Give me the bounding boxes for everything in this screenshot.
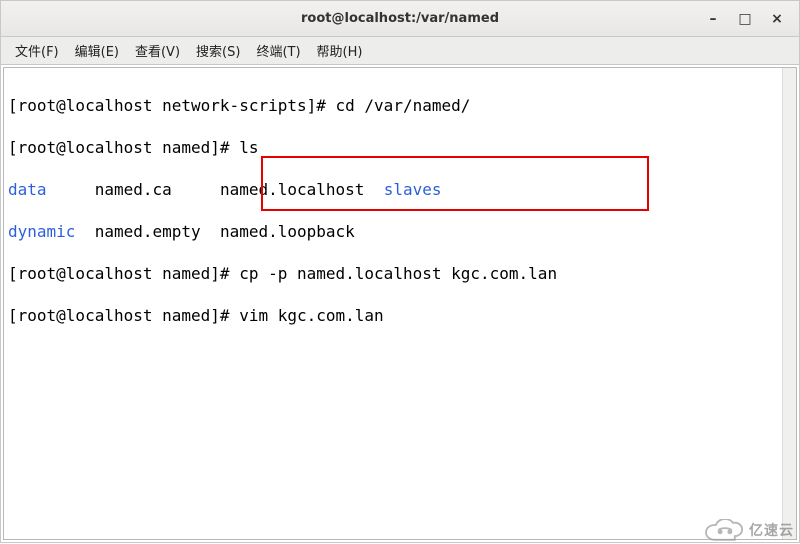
menu-terminal[interactable]: 终端(T): [248, 37, 308, 64]
window-title: root@localhost:/var/named: [301, 11, 499, 26]
file-entry: named.empty: [95, 222, 201, 241]
terminal-window: root@localhost:/var/named – □ × 文件(F) 编辑…: [0, 0, 800, 543]
titlebar[interactable]: root@localhost:/var/named – □ ×: [1, 1, 799, 37]
directory-entry: dynamic: [8, 222, 75, 241]
directory-entry: slaves: [384, 180, 442, 199]
menu-edit[interactable]: 编辑(E): [67, 37, 127, 64]
terminal-line: dynamic named.empty named.loopback: [8, 221, 792, 242]
terminal-line: data named.ca named.localhost slaves: [8, 179, 792, 200]
file-entry: named.localhost: [220, 180, 365, 199]
directory-entry: data: [8, 180, 47, 199]
terminal-line: [root@localhost named]# cp -p named.loca…: [8, 263, 792, 284]
cloud-icon: [705, 519, 745, 541]
terminal-body[interactable]: [root@localhost network-scripts]# cd /va…: [3, 67, 797, 540]
menu-help[interactable]: 帮助(H): [309, 37, 371, 64]
window-close-button[interactable]: ×: [761, 8, 793, 30]
menubar: 文件(F) 编辑(E) 查看(V) 搜索(S) 终端(T) 帮助(H): [1, 37, 799, 65]
window-control-group: – □ ×: [697, 1, 793, 36]
menu-search[interactable]: 搜索(S): [188, 37, 248, 64]
terminal-line: [root@localhost named]# ls: [8, 137, 792, 158]
watermark: 亿速云: [705, 519, 794, 541]
window-maximize-button[interactable]: □: [729, 8, 761, 30]
menu-file[interactable]: 文件(F): [7, 37, 67, 64]
menu-view[interactable]: 查看(V): [127, 37, 188, 64]
file-entry: named.ca: [95, 180, 172, 199]
terminal-line: [root@localhost network-scripts]# cd /va…: [8, 95, 792, 116]
terminal-line: [root@localhost named]# vim kgc.com.lan: [8, 305, 792, 326]
window-minimize-button[interactable]: –: [697, 8, 729, 30]
terminal-scrollbar[interactable]: [782, 68, 796, 539]
file-entry: named.loopback: [220, 222, 355, 241]
watermark-text: 亿速云: [749, 520, 794, 540]
